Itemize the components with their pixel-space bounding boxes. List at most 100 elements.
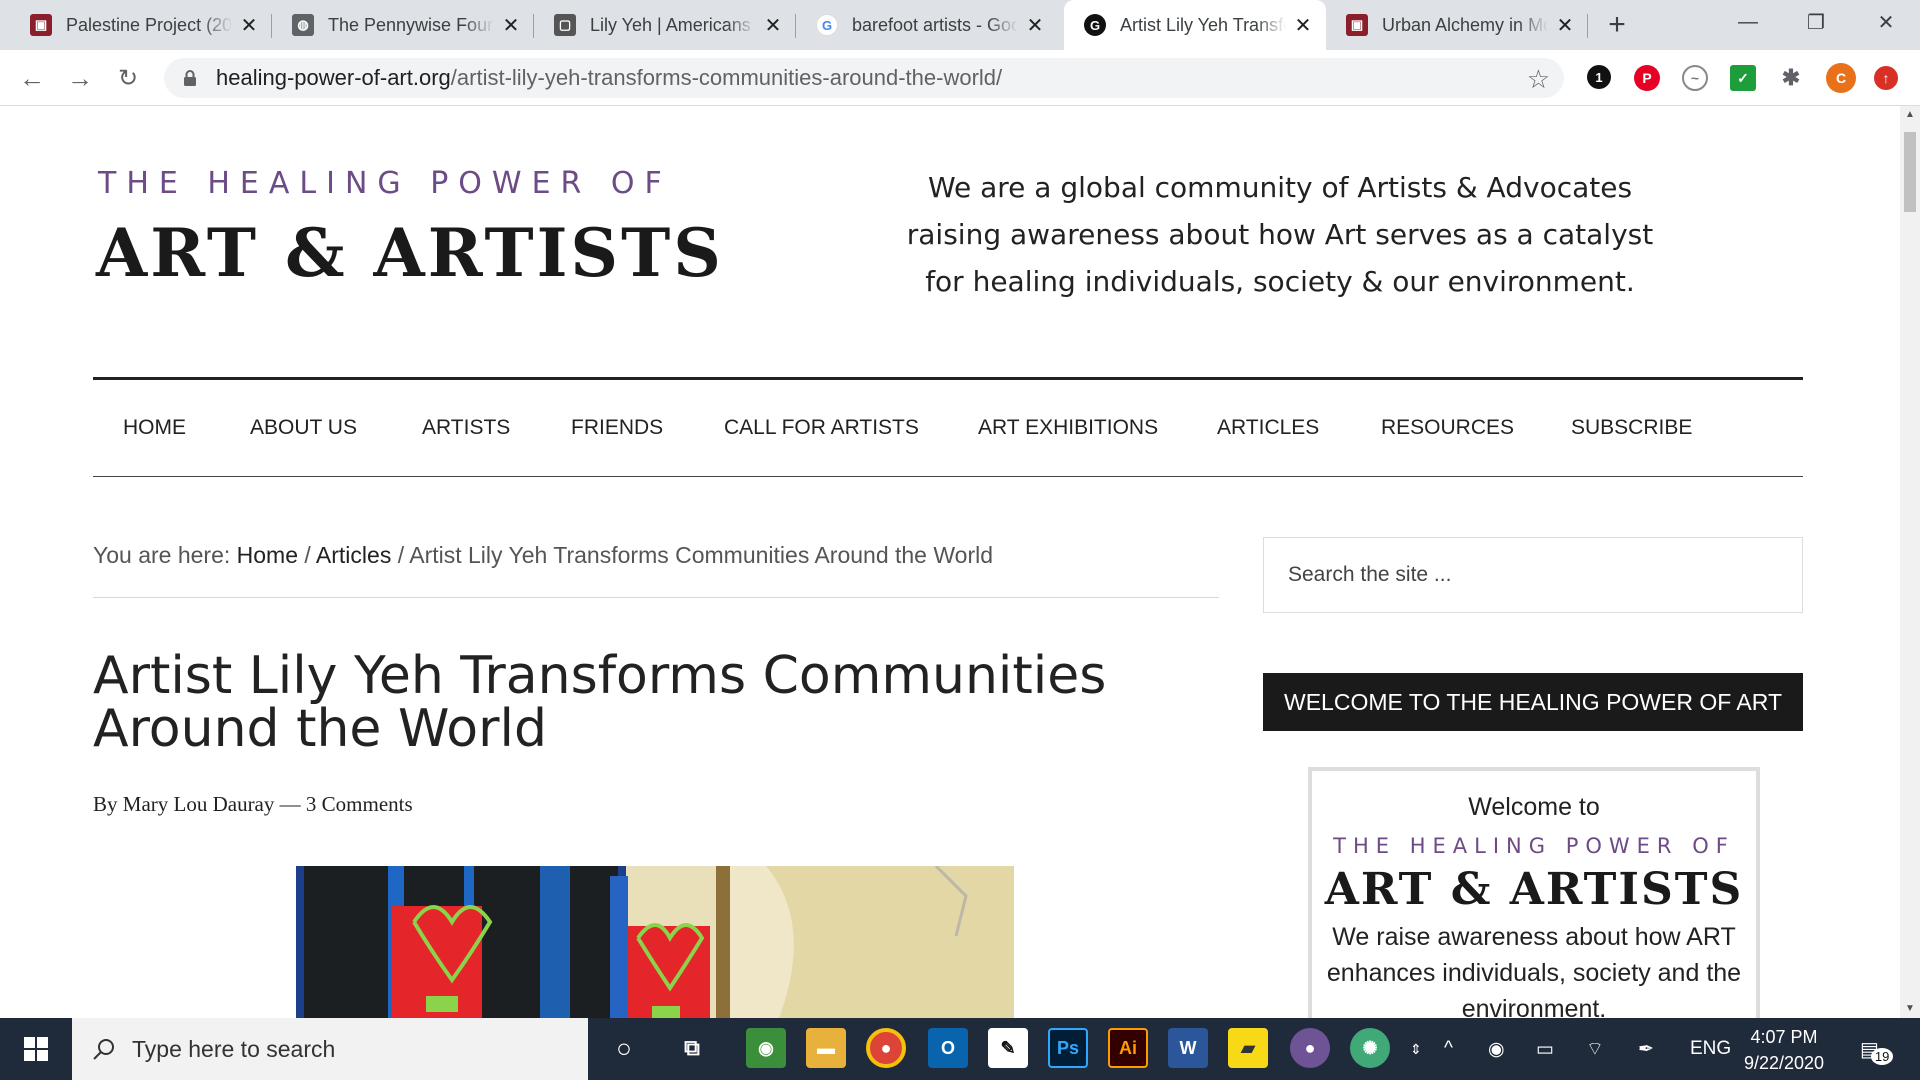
close-icon[interactable]: ✕ (1024, 13, 1046, 38)
taskbar-search-box[interactable]: Type here to search (72, 1018, 588, 1080)
start-button[interactable] (0, 1018, 72, 1080)
extension-label: ↑ (1882, 70, 1890, 86)
nav-art-exhibitions[interactable]: ART EXHIBITIONS (978, 416, 1158, 440)
chrome-icon[interactable]: ● (866, 1028, 906, 1068)
comments-link[interactable]: 3 Comments (306, 792, 413, 816)
nav-subscribe[interactable]: SUBSCRIBE (1571, 416, 1692, 440)
byline-dash: — (279, 792, 301, 816)
close-window-button[interactable]: ✕ (1856, 0, 1916, 44)
post-title: Artist Lily Yeh Transforms Communities A… (93, 646, 1107, 759)
scroll-down-arrow-icon[interactable]: ▼ (1900, 1000, 1920, 1018)
word-icon[interactable]: W (1168, 1028, 1208, 1068)
author-link[interactable]: Mary Lou Dauray (123, 792, 275, 816)
tray-scroll-arrows-icon[interactable]: ⇕ (1410, 1018, 1422, 1080)
post-byline: By Mary Lou Dauray — 3 Comments (93, 792, 413, 817)
tab-urban-alchemy[interactable]: ▣ Urban Alchemy in Motion ✕ (1326, 0, 1588, 50)
tab-artist-lily-yeh[interactable]: G Artist Lily Yeh Transforms Communities… (1064, 0, 1326, 50)
wifi-icon[interactable]: ⌔ (1586, 1018, 1604, 1080)
profile-avatar[interactable]: C (1826, 63, 1856, 93)
pen-tray-icon[interactable]: ✒ (1638, 1018, 1654, 1080)
minimize-button[interactable]: — (1718, 0, 1778, 44)
url-domain: healing-power-of-art.org (216, 65, 451, 90)
welcome-logo-main: ART & ARTISTS (1324, 864, 1744, 915)
sticky-notes-icon[interactable]: ▰ (1228, 1028, 1268, 1068)
task-view-icon[interactable]: ⧉ (672, 1028, 712, 1068)
outlook-icon[interactable]: O (928, 1028, 968, 1068)
nav-home[interactable]: HOME (123, 416, 186, 440)
google-favicon: G (816, 14, 838, 36)
clock-date: 9/22/2020 (1743, 1053, 1825, 1073)
new-tab-button[interactable]: + (1600, 8, 1634, 42)
tab-title: Urban Alchemy in Motion (1382, 14, 1548, 35)
notification-center-button[interactable]: ▤ 19 (1860, 1018, 1894, 1080)
atom-icon[interactable]: ✺ (1350, 1028, 1390, 1068)
nav-artists[interactable]: ARTISTS (422, 416, 510, 440)
update-extension[interactable]: ↑ (1874, 66, 1898, 90)
globe-favicon: ◍ (292, 14, 314, 36)
nav-friends[interactable]: FRIENDS (571, 416, 663, 440)
tab-barefoot-artists-search[interactable]: G barefoot artists - Google Search ✕ (796, 0, 1058, 50)
bookmark-star-icon[interactable]: ☆ (1527, 64, 1550, 95)
puzzle-extension[interactable]: ✱ (1778, 65, 1804, 91)
tab-title: Artist Lily Yeh Transforms Communities (1120, 14, 1286, 35)
scroll-up-arrow-icon[interactable]: ▲ (1900, 106, 1920, 124)
tab-title: Palestine Project (2019) (66, 14, 232, 35)
tab-palestine-project[interactable]: ▣ Palestine Project (2019) ✕ (10, 0, 272, 50)
tagline-line: raising awareness about how Art serves a… (906, 218, 1654, 251)
tab-separator (1587, 14, 1588, 38)
taskbar-search-placeholder: Type here to search (132, 1035, 336, 1062)
swirl-extension[interactable]: ~ (1682, 65, 1708, 91)
site-logo-main[interactable]: ART & ARTISTS (96, 214, 724, 292)
extension-label: C (1835, 70, 1847, 86)
painting-favicon: ▣ (1346, 14, 1368, 36)
check-extension[interactable]: ✓ (1730, 65, 1756, 91)
breadcrumb-articles-link[interactable]: Articles (316, 542, 391, 568)
close-icon[interactable]: ✕ (1292, 13, 1314, 38)
search-icon (93, 1039, 114, 1060)
scrollbar-thumb[interactable] (1904, 132, 1916, 212)
address-bar[interactable]: healing-power-of-art.org/artist-lily-yeh… (164, 58, 1564, 98)
file-explorer-icon[interactable]: ▬ (806, 1028, 846, 1068)
nav-about-us[interactable]: ABOUT US (250, 416, 357, 440)
featured-image-graphic (296, 866, 1014, 1018)
page-scrollbar[interactable]: ▲ ▼ (1900, 106, 1920, 1018)
welcome-text: We raise awareness about how ART enhance… (1326, 923, 1742, 1018)
photoshop-icon[interactable]: Ps (1048, 1028, 1088, 1068)
site-search-input[interactable]: Search the site ... (1263, 537, 1803, 613)
breadcrumb: You are here: Home / Articles / Artist L… (93, 542, 1219, 598)
featured-image[interactable] (296, 866, 1014, 1018)
tab-pennywise[interactable]: ◍ The Pennywise Foundation ✕ (272, 0, 534, 50)
site-tagline: We are a global community of Artists & A… (890, 164, 1670, 305)
welcome-card[interactable]: Welcome to THE HEALING POWER OF ART & AR… (1308, 767, 1760, 1018)
system-clock[interactable]: 4:07 PM 9/22/2020 (1724, 1024, 1844, 1076)
site-logo-top[interactable]: THE HEALING POWER OF (98, 166, 672, 201)
back-button[interactable]: ← (14, 60, 50, 96)
cortana-icon[interactable]: ○ (604, 1028, 644, 1068)
breadcrumb-home-link[interactable]: Home (237, 542, 298, 568)
close-icon[interactable]: ✕ (238, 13, 260, 38)
restore-button[interactable]: ❐ (1786, 0, 1846, 44)
browser-toolbar: ← → ↻ healing-power-of-art.org/artist-li… (0, 50, 1920, 106)
illustrator-icon[interactable]: Ai (1108, 1028, 1148, 1068)
github-icon[interactable]: ● (1290, 1028, 1330, 1068)
close-icon[interactable]: ✕ (762, 13, 784, 38)
main-navigation: HOME ABOUT US ARTISTS FRIENDS CALL FOR A… (93, 377, 1803, 477)
close-icon[interactable]: ✕ (500, 13, 522, 38)
maps-app-icon[interactable]: ◉ (746, 1028, 786, 1068)
show-hidden-icons-button[interactable]: ^ (1444, 1018, 1453, 1080)
lock-icon (184, 70, 196, 86)
tab-strip: ▣ Palestine Project (2019) ✕ ◍ The Penny… (0, 0, 1920, 50)
pinterest-extension[interactable]: P (1634, 65, 1660, 91)
reload-button[interactable]: ↻ (110, 60, 146, 96)
color-app-tray-icon[interactable]: ◉ (1488, 1018, 1505, 1080)
tab-lily-yeh-americans[interactable]: ▢ Lily Yeh | Americans Who Tell the Trut… (534, 0, 796, 50)
badge-one-extension[interactable]: 1 (1587, 65, 1611, 89)
forward-button[interactable]: → (62, 60, 98, 96)
close-icon[interactable]: ✕ (1554, 13, 1576, 38)
nav-resources[interactable]: RESOURCES (1381, 416, 1514, 440)
notification-count-badge: 19 (1870, 1047, 1894, 1065)
extension-label: P (1642, 70, 1652, 86)
pen-app-icon[interactable]: ✎ (988, 1028, 1028, 1068)
nav-call-for-artists[interactable]: CALL FOR ARTISTS (724, 416, 919, 440)
nav-articles[interactable]: ARTICLES (1217, 416, 1319, 440)
